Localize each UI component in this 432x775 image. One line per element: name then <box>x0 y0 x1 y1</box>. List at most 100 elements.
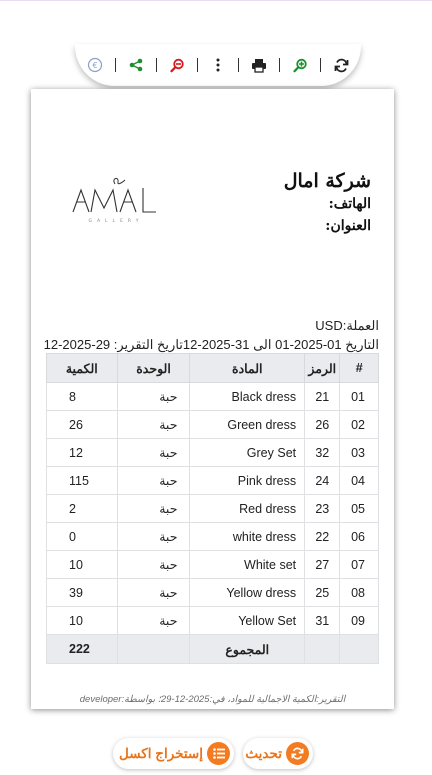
cell-num: 08 <box>339 578 379 607</box>
cell-material: Yellow Set <box>189 606 306 635</box>
export-button-label: إستخراج اكسل <box>119 745 203 761</box>
cell-material: Pink dress <box>189 466 306 495</box>
company-logo: GALLERY <box>71 174 161 226</box>
cell-qty: 2 <box>46 494 118 523</box>
cell-num: 05 <box>339 494 379 523</box>
cell-code: 24 <box>304 466 341 495</box>
cell-code: 26 <box>304 410 341 439</box>
cell-unit: حبة <box>116 578 191 607</box>
cell-qty: 115 <box>46 466 118 495</box>
company-name: شركة امال <box>283 170 371 192</box>
toolbar-separator <box>320 58 321 72</box>
cell-material: Red dress <box>189 494 306 523</box>
phone-label: الهاتف: <box>328 196 371 212</box>
toolbar-separator <box>115 58 116 72</box>
cell-qty: 10 <box>46 550 118 579</box>
cell-unit: حبة <box>116 382 191 411</box>
cell-unit: حبة <box>116 494 191 523</box>
report-meta: العملة:USD التاريخ 01-2025-01 الى 31-202… <box>44 316 379 354</box>
refresh-button-label: تحديث <box>245 745 282 761</box>
cell-code: 22 <box>304 522 341 551</box>
cell-num: 04 <box>339 466 379 495</box>
table-row: 08 25 Yellow dress حبة 39 <box>46 578 379 607</box>
cell-unit: حبة <box>116 438 191 467</box>
total-qty: 222 <box>46 634 118 664</box>
cell-num: 09 <box>339 606 379 635</box>
logo-badge-icon[interactable]: € <box>83 53 107 77</box>
table-header-row: # الرمز المادة الوحدة الكمية <box>46 353 379 383</box>
cell-material: Yellow dress <box>189 578 306 607</box>
total-empty-cell <box>304 634 341 664</box>
cell-num: 02 <box>339 410 379 439</box>
zoom-in-icon[interactable] <box>288 53 312 77</box>
cell-unit: حبة <box>116 606 191 635</box>
list-icon <box>207 742 230 765</box>
cell-num: 06 <box>339 522 379 551</box>
svg-text:€: € <box>92 61 97 70</box>
table-row: 03 32 Grey Set حبة 12 <box>46 438 379 467</box>
report-footer: التقرير:الكمية الاجمالية للمواد، في:2025… <box>79 694 346 705</box>
cell-material: Green dress <box>189 410 306 439</box>
toolbar-separator <box>238 58 239 72</box>
materials-table: # الرمز المادة الوحدة الكمية 01 21 Black… <box>46 353 379 664</box>
cell-unit: حبة <box>116 522 191 551</box>
cell-code: 23 <box>304 494 341 523</box>
cell-num: 07 <box>339 550 379 579</box>
toolbar-separator <box>156 58 157 72</box>
cell-code: 32 <box>304 438 341 467</box>
zoom-out-icon[interactable] <box>165 53 189 77</box>
table-row: 01 21 Black dress حبة 8 <box>46 382 379 411</box>
cell-code: 27 <box>304 550 341 579</box>
cell-num: 03 <box>339 438 379 467</box>
total-label: المجموع <box>189 634 306 664</box>
more-vertical-icon[interactable] <box>206 53 230 77</box>
date-line: التاريخ 01-2025-01 الى 31-2025-12تاريخ ا… <box>43 337 379 352</box>
refresh-icon[interactable] <box>329 53 353 77</box>
cell-material: Grey Set <box>189 438 306 467</box>
cell-code: 21 <box>304 382 341 411</box>
refresh-icon <box>286 742 309 765</box>
total-empty-cell <box>339 634 379 664</box>
print-icon[interactable] <box>247 53 271 77</box>
cell-unit: حبة <box>116 550 191 579</box>
table-row: 09 31 Yellow Set حبة 10 <box>46 606 379 635</box>
table-row: 04 24 Pink dress حبة 115 <box>46 466 379 495</box>
cell-material: Black dress <box>189 382 306 411</box>
table-row: 02 26 Green dress حبة 26 <box>46 410 379 439</box>
cell-qty: 39 <box>46 578 118 607</box>
toolbar-separator <box>279 58 280 72</box>
header-qty: الكمية <box>46 353 118 383</box>
cell-qty: 26 <box>46 410 118 439</box>
table-row: 07 27 White set حبة 10 <box>46 550 379 579</box>
cell-code: 31 <box>304 606 341 635</box>
cell-qty: 8 <box>46 382 118 411</box>
company-info: شركة امال الهاتف: العنوان: <box>284 169 371 237</box>
total-row: المجموع 222 <box>46 634 379 664</box>
cell-qty: 10 <box>46 606 118 635</box>
cell-code: 25 <box>304 578 341 607</box>
cell-material: white dress <box>189 522 306 551</box>
report-toolbar: € <box>75 44 361 86</box>
table-row: 06 22 white dress حبة 0 <box>46 522 379 551</box>
logo-subtext: GALLERY <box>88 218 143 224</box>
cell-num: 01 <box>339 382 379 411</box>
currency-line: العملة:USD <box>315 318 379 333</box>
address-label: العنوان: <box>325 218 371 234</box>
header-code: الرمز <box>304 353 341 383</box>
share-icon[interactable] <box>124 53 148 77</box>
cell-unit: حبة <box>116 410 191 439</box>
export-excel-button[interactable]: إستخراج اكسل <box>113 738 234 769</box>
cell-material: White set <box>189 550 306 579</box>
report-page: شركة امال الهاتف: العنوان: GALLERY العمل… <box>31 89 394 709</box>
cell-qty: 12 <box>46 438 118 467</box>
header-material: المادة <box>189 353 306 383</box>
table-row: 05 23 Red dress حبة 2 <box>46 494 379 523</box>
refresh-button[interactable]: تحديث <box>243 738 313 769</box>
cell-qty: 0 <box>46 522 118 551</box>
cell-unit: حبة <box>116 466 191 495</box>
header-unit: الوحدة <box>116 353 191 383</box>
total-empty-cell <box>116 634 191 664</box>
toolbar-separator <box>197 58 198 72</box>
top-border <box>0 0 432 4</box>
header-num: # <box>339 353 379 383</box>
